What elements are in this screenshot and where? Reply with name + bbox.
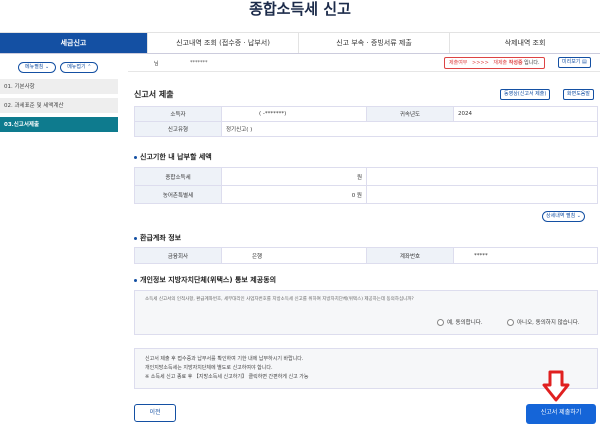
sidebar-item-tax-calc[interactable]: 02. 과세표준 및 세액계산 <box>0 98 118 114</box>
filing-type-label: 신고유형 <box>134 121 222 137</box>
tax-year-label: 귀속년도 <box>366 106 454 122</box>
privacy-section-title: 개인정보 지방자치단체(위택스) 통보 제공동의 <box>134 275 276 285</box>
screen-help-button[interactable]: 화면도움말 <box>563 89 595 100</box>
tax-year-value: 2024 <box>453 106 598 122</box>
sidebar-item-submit[interactable]: 03.신고서제출 <box>0 117 118 133</box>
refund-table: 금융회사 은행 계좌번호 ***** <box>134 247 598 264</box>
divider <box>128 71 600 72</box>
menu-open-button[interactable]: 메뉴펼침 ⌄ <box>18 62 57 73</box>
taxpayer-value: ( -*******) <box>221 106 367 122</box>
menu-close-button[interactable]: 메뉴접기 ⌃ <box>60 62 99 73</box>
refund-section-title: 환급계좌 정보 <box>134 233 181 243</box>
submission-table: 소득자 ( -*******) 귀속년도 2024 신고유형 정기신고( ) <box>134 106 598 137</box>
bullet-icon <box>134 155 137 159</box>
rural-tax-label: 농어촌특별세 <box>134 185 222 204</box>
document-icon: ▤ <box>582 59 587 65</box>
radio-icon <box>507 319 514 326</box>
tab-deleted-history[interactable]: 삭제내역 조회 <box>450 33 600 53</box>
chevron-down-icon: ⌄ <box>45 64 50 70</box>
sidebar-item-basic-info[interactable]: 01. 기본사항 <box>0 79 118 95</box>
bullet-icon <box>134 236 137 240</box>
notice-line-2: 개인지방소득세는 지방자치단체에 별도로 신고하여야 합니다. <box>145 365 273 371</box>
taxpayer-label: 소득자 <box>134 106 222 122</box>
status-badge: 제출여부 >>>> 재제출 작성중 입니다. <box>444 57 545 69</box>
red-down-arrow-icon <box>542 370 570 402</box>
tax-section-title: 신고기한 내 납부할 세액 <box>134 152 212 162</box>
agree-radio[interactable]: 예, 동의합니다. <box>437 318 483 326</box>
notice-line-1: 신고서 제출 후 접수증과 납부서를 확인하여 기한 내에 납부하시기 바랍니다… <box>145 356 304 362</box>
chevron-down-icon: ⌄ <box>576 213 581 219</box>
submission-section-title: 신고서 제출 <box>134 90 174 99</box>
privacy-text: 소득세 신고서의 인적사항, 환급계좌번호, 세무대리인 사업자번호를 지방소득… <box>145 297 414 302</box>
tax-table: 종합소득세 원 농어촌특별세 0 원 <box>134 167 598 204</box>
detail-expand-button[interactable]: 상세내역 펼침 ⌄ <box>542 211 585 222</box>
notice-line-3: ※ 소득세 신고 종료 후 【지방소득세 신고하기】 클릭하면 간편하게 신고 … <box>145 374 309 380</box>
notice-box: 신고서 제출 후 접수증과 납부서를 확인하여 기한 내에 납부하시기 바랍니다… <box>134 348 598 389</box>
page-root: 종합소득세 신고 세금신고 신고내역 조회 (접수증 · 납부서) 신고 부속 … <box>0 0 600 429</box>
user-masked-id: ******* <box>190 60 208 66</box>
tab-filing-history[interactable]: 신고내역 조회 (접수증 · 납부서) <box>148 33 299 53</box>
submit-button[interactable]: 신고서 제출하기 <box>526 404 596 424</box>
tab-attachments[interactable]: 신고 부속 · 증빙서류 제출 <box>299 33 450 53</box>
rural-tax-value: 0 원 <box>221 185 367 204</box>
chevron-up-icon: ⌃ <box>87 64 92 70</box>
page-title: 종합소득세 신고 <box>249 0 351 18</box>
income-tax-value: 원 <box>221 167 367 186</box>
user-name-suffix: 님 <box>154 61 159 67</box>
sidebar: 메뉴펼침 ⌄ 메뉴접기 ⌃ 01. 기본사항 02. 과세표준 및 세액계산 0… <box>0 54 120 429</box>
bullet-icon <box>134 278 137 282</box>
main-content: 님 ******* 제출여부 >>>> 재제출 작성중 입니다. 미리보기 ▤ … <box>128 54 600 429</box>
video-help-button[interactable]: 동영상(신고서 제출) <box>500 89 551 100</box>
disagree-radio[interactable]: 아니오, 동의하지 않습니다. <box>507 318 580 326</box>
income-tax-label: 종합소득세 <box>134 167 222 186</box>
prev-button[interactable]: 이전 <box>134 404 176 422</box>
account-label: 계좌번호 <box>366 247 454 264</box>
tab-tax-filing[interactable]: 세금신고 <box>0 33 148 53</box>
account-value: ***** <box>453 247 598 264</box>
privacy-box: 소득세 신고서의 인적사항, 환급계좌번호, 세무대리인 사업자번호를 지방소득… <box>134 290 598 335</box>
radio-icon <box>437 319 444 326</box>
bank-label: 금융회사 <box>134 247 222 264</box>
bank-value: 은행 <box>221 247 367 264</box>
preview-button[interactable]: 미리보기 ▤ <box>558 57 591 68</box>
top-tab-bar: 세금신고 신고내역 조회 (접수증 · 납부서) 신고 부속 · 증빙서류 제출… <box>0 32 600 54</box>
filing-type-value: 정기신고( ) <box>221 121 598 137</box>
